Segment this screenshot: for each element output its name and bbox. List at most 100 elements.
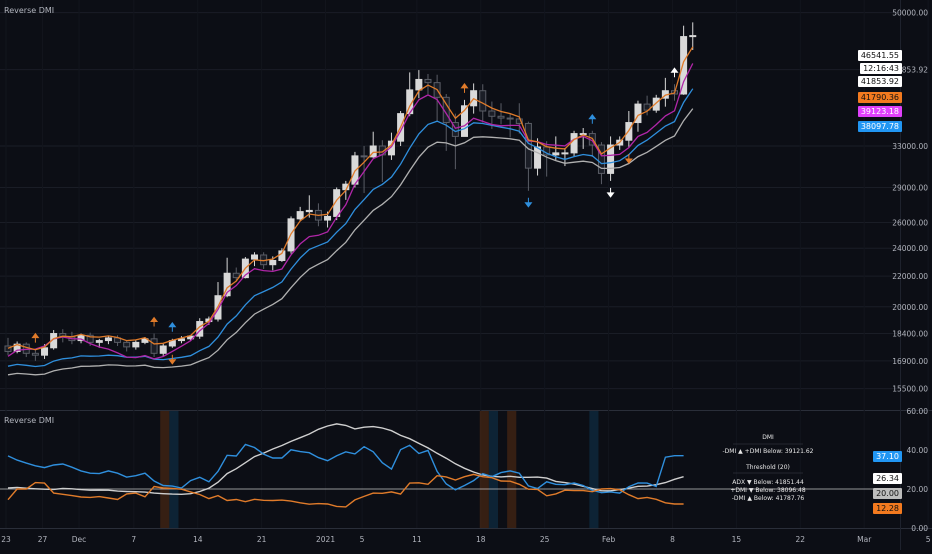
oscillator-title: Reverse DMI (4, 416, 55, 425)
candle-body (159, 345, 167, 354)
signal-bg-band (160, 411, 170, 528)
dmi-table-text: -DMI ▲ +DMI Below: 39121.62 (723, 448, 814, 455)
time-tick-label: Feb (602, 535, 616, 544)
candle-body (132, 341, 140, 348)
osc-tick-label: 20.00 (907, 485, 929, 494)
candle-body (324, 215, 332, 221)
time-tick-label: 8 (670, 535, 675, 544)
arrow-up-icon (588, 113, 597, 124)
candle (625, 110, 633, 147)
reverse-adx-line (7, 108, 694, 376)
dmi-table-row: -DMI ▲ Below: 41787.76 (732, 495, 805, 502)
candle-body (570, 133, 578, 154)
candle (451, 113, 459, 170)
candle-body (552, 152, 560, 156)
dmi-table-row: ADX ▼ Below: 41851.44 (732, 479, 804, 486)
candle (150, 333, 158, 358)
candle (497, 103, 505, 125)
candle-body (506, 117, 514, 120)
price-tick-label: 18400.00 (892, 330, 928, 339)
candle-body (360, 155, 368, 158)
candle-body (488, 110, 496, 117)
price-tag: 39123.18 (857, 106, 902, 117)
osc-tick-label: 40.00 (907, 446, 929, 455)
candle (251, 252, 259, 267)
price-tag: 41790.36 (857, 92, 902, 103)
candle-body (41, 347, 49, 356)
dmi-table-text: DMI (762, 434, 774, 441)
price-tick-label: 29000.00 (892, 183, 928, 192)
time-tick-label: 5 (360, 535, 365, 544)
time-tick-label: 5 (926, 535, 931, 544)
candle (534, 138, 542, 176)
candle-body (497, 115, 505, 119)
time-tick-label: 11 (412, 535, 422, 544)
time-tick-label: 2021 (316, 535, 335, 544)
candle-body (680, 36, 688, 95)
adx-line (7, 423, 684, 496)
candle-body (31, 352, 39, 356)
time-tick-label: 23 (1, 535, 11, 544)
price-tag: 46541.55 (857, 50, 902, 61)
candle (461, 99, 468, 137)
osc-tag: 37.10 (873, 451, 902, 462)
price-tick-label: 26000.00 (892, 219, 928, 228)
signal-bg-band (169, 411, 179, 528)
time-tick-label: 21 (257, 535, 267, 544)
osc-tick-label: 60.00 (907, 407, 929, 416)
arrow-up-icon (150, 316, 159, 327)
candle (570, 130, 578, 157)
candle-body (123, 341, 131, 348)
signal-bg-band (479, 411, 489, 528)
price-tag: 12:16:43 (860, 63, 902, 74)
reverse-minus-dmi-line (7, 46, 694, 351)
chart-stage[interactable]: 50000.00 41853.92 33000.00 29000.00 26000.00… (0, 0, 932, 550)
candle (424, 73, 432, 95)
chart-title: Reverse DMI (4, 6, 55, 15)
candle-body (232, 272, 240, 279)
osc-tag: 20.00 (873, 488, 902, 499)
osc-tag: 12.28 (873, 503, 902, 514)
candle (524, 121, 532, 191)
price-tag: 38097.78 (857, 121, 902, 132)
plus-dmi-line (7, 443, 684, 494)
time-tick-label: 14 (193, 535, 203, 544)
purple-line (7, 63, 694, 360)
osc-tick-label: 0.00 (911, 524, 928, 533)
price-tick-label: 15500.00 (892, 385, 928, 394)
arrow-up-icon (168, 321, 177, 332)
candle-body (296, 211, 304, 220)
osc-tag: 26.34 (873, 473, 902, 484)
candle-body (689, 35, 697, 38)
candle-body (561, 152, 569, 155)
time-tick-label: 7 (131, 535, 136, 544)
candle (689, 22, 697, 51)
time-tick-label: 22 (796, 535, 806, 544)
reverse-plus-dmi-line (7, 88, 694, 368)
candle-body (415, 78, 423, 91)
candle-body (251, 254, 259, 260)
candle-body (305, 209, 313, 213)
candle (104, 336, 112, 345)
candle-body (150, 338, 158, 354)
signal-bg-band (488, 411, 499, 528)
candle-body (479, 90, 487, 112)
chart-canvas[interactable]: 50000.00 41853.92 33000.00 29000.00 26000.00… (0, 0, 932, 550)
candle (31, 349, 39, 361)
time-tick-label: 18 (476, 535, 486, 544)
time-tick-label: 27 (38, 535, 48, 544)
candle (159, 343, 167, 357)
price-tick-label: 20000.00 (892, 303, 928, 312)
dmi-table-row: +DMI ▼ Below: 38096.48 (730, 487, 805, 494)
candle (680, 25, 688, 95)
signal-bg-band (507, 411, 517, 528)
candle-body (269, 259, 277, 266)
time-tick-label: Dec (72, 535, 87, 544)
signal-bg-band (589, 411, 599, 528)
candle-body (534, 146, 542, 169)
arrow-down-icon (168, 354, 177, 365)
price-tick-label: 22000.00 (892, 272, 928, 281)
candle (378, 140, 386, 182)
pane-separator (0, 410, 932, 411)
price-tick-label: 50000.00 (892, 9, 928, 18)
